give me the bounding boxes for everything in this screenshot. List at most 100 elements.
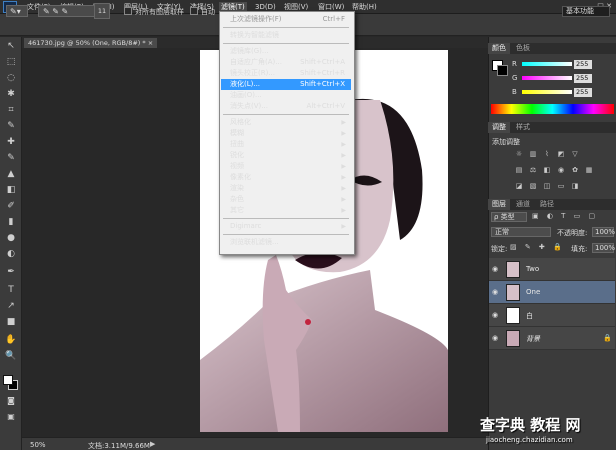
shape-tool-icon[interactable]: ■	[4, 316, 18, 328]
photo-filter-icon[interactable]: ◉	[556, 166, 566, 175]
workspace-switcher[interactable]: 基本功能	[562, 6, 610, 17]
visibility-eye-icon[interactable]: ◉	[492, 311, 500, 319]
brush-size-field[interactable]: 11	[94, 3, 110, 19]
crop-tool-icon[interactable]: ⌗	[4, 104, 18, 116]
layer-row-one[interactable]: ◉ One	[489, 281, 615, 304]
color-lookup-icon[interactable]: ▦	[584, 166, 594, 175]
visibility-eye-icon[interactable]: ◉	[492, 288, 500, 296]
tab-swatches[interactable]: 色板	[512, 43, 534, 54]
visibility-eye-icon[interactable]: ◉	[492, 265, 500, 273]
channel-g-value[interactable]: 255	[574, 74, 592, 83]
menu-separator	[223, 218, 349, 219]
zoom-level[interactable]: 50%	[30, 441, 46, 449]
tab-channels[interactable]: 通道	[512, 199, 534, 210]
selective-color-icon[interactable]: ◨	[570, 182, 580, 191]
filter-menu-item[interactable]: 转换为智能滤镜	[221, 30, 351, 41]
filter-menu-item[interactable]: 其它 ▶	[221, 205, 351, 216]
brush-mode-buttons[interactable]: ✎ ✎ ✎	[38, 5, 98, 17]
layer-filter-icons[interactable]: ▣ ◐ T ▭ ▢	[532, 212, 598, 220]
threshold-icon[interactable]: ◫	[542, 182, 552, 191]
color-bg-swatch[interactable]	[497, 65, 508, 76]
filter-menu-item[interactable]: 液化(L)... Shift+Ctrl+X	[221, 79, 351, 90]
opacity-field[interactable]: 100%	[592, 227, 615, 237]
fill-field[interactable]: 100%	[592, 243, 615, 253]
zoom-tool-icon[interactable]: 🔍	[4, 350, 18, 362]
tab-styles[interactable]: 样式	[512, 122, 534, 133]
filter-menu-item[interactable]: 油画(O)...	[221, 90, 351, 101]
hue-saturation-icon[interactable]: ▤	[514, 166, 524, 175]
filter-menu-item[interactable]: Digimarc ▶	[221, 221, 351, 232]
channel-g-slider[interactable]	[522, 76, 572, 80]
filter-menu-item[interactable]: 镜头校正(R)... Shift+Ctrl+R	[221, 68, 351, 79]
posterize-icon[interactable]: ▧	[528, 182, 538, 191]
channel-b-value[interactable]: 255	[574, 88, 592, 97]
levels-icon[interactable]: ▥	[528, 150, 538, 159]
blur-tool-icon[interactable]: ●	[4, 232, 18, 244]
filter-menu-item[interactable]: 消失点(V)... Alt+Ctrl+V	[221, 101, 351, 112]
quick-mask-icon[interactable]: ◙	[4, 395, 18, 407]
menu-item-label: 像素化	[230, 173, 251, 181]
document-tab[interactable]: 461730.jpg @ 50% (One, RGB/8#) * ×	[24, 38, 158, 48]
filter-menu-item[interactable]: 浏览联机滤镜...	[221, 237, 351, 248]
filter-menu-item[interactable]: 模糊 ▶	[221, 128, 351, 139]
filter-menu-item[interactable]: 杂色 ▶	[221, 194, 351, 205]
status-arrow-icon[interactable]: ▶	[150, 440, 155, 448]
brightness-icon[interactable]: ☼	[514, 150, 524, 159]
filter-menu-item[interactable]: 上次滤镜操作(F) Ctrl+F	[221, 14, 351, 25]
type-tool-icon[interactable]: T	[4, 284, 18, 296]
black-white-icon[interactable]: ◧	[542, 166, 552, 175]
quick-select-tool-icon[interactable]: ✱	[4, 88, 18, 100]
lasso-tool-icon[interactable]: ◌	[4, 72, 18, 84]
menu-item-label: 油画(O)...	[230, 91, 262, 99]
tab-adjustments[interactable]: 调整	[488, 122, 510, 133]
curves-icon[interactable]: ⌇	[542, 150, 552, 159]
color-spectrum-bar[interactable]	[491, 104, 614, 114]
hand-tool-icon[interactable]: ✋	[4, 334, 18, 346]
channel-mixer-icon[interactable]: ✿	[570, 166, 580, 175]
filter-menu-item[interactable]: 视频 ▶	[221, 161, 351, 172]
filter-menu-item[interactable]: 自适应广角(A)... Shift+Ctrl+A	[221, 57, 351, 68]
visibility-eye-icon[interactable]: ◉	[492, 334, 500, 342]
exposure-icon[interactable]: ◩	[556, 150, 566, 159]
history-brush-tool-icon[interactable]: ◧	[4, 184, 18, 196]
foreground-color-swatch[interactable]	[3, 375, 13, 385]
blend-mode-select[interactable]: 正常	[491, 227, 551, 237]
move-tool-icon[interactable]: ↖	[4, 40, 18, 52]
marquee-tool-icon[interactable]: ⬚	[4, 56, 18, 68]
dodge-tool-icon[interactable]: ◐	[4, 248, 18, 260]
filter-menu-item[interactable]: 滤镜库(G)...	[221, 46, 351, 57]
gradient-map-icon[interactable]: ▭	[556, 182, 566, 191]
layer-filter-select[interactable]: ρ 类型	[491, 212, 527, 222]
lock-icons[interactable]: ▨ ✎ ✚ 🔒	[510, 243, 565, 251]
tool-preset-picker[interactable]: ✎▾	[6, 5, 28, 17]
invert-icon[interactable]: ◪	[514, 182, 524, 191]
tab-paths[interactable]: 路径	[536, 199, 558, 210]
channel-r-value[interactable]: 255	[574, 60, 592, 69]
eraser-tool-icon[interactable]: ✐	[4, 200, 18, 212]
gradient-tool-icon[interactable]: ▮	[4, 216, 18, 228]
auto-enhance-checkbox[interactable]	[190, 7, 198, 15]
brush-tool-icon[interactable]: ✎	[4, 152, 18, 164]
channel-r-slider[interactable]	[522, 62, 572, 66]
sample-all-layers-checkbox[interactable]	[124, 7, 132, 15]
filter-menu-item[interactable]: 扭曲 ▶	[221, 139, 351, 150]
layer-row-two[interactable]: ◉ Two	[489, 258, 615, 281]
vibrance-icon[interactable]: ▽	[570, 150, 580, 159]
tab-color[interactable]: 颜色	[488, 43, 510, 54]
color-balance-icon[interactable]: ⚖	[528, 166, 538, 175]
layer-row-background[interactable]: ◉ 背景 🔒	[489, 327, 615, 350]
filter-menu-item[interactable]: 渲染 ▶	[221, 183, 351, 194]
filter-menu-item[interactable]: 风格化 ▶	[221, 117, 351, 128]
layer-row-white[interactable]: ◉ 白	[489, 304, 615, 327]
filter-menu-item[interactable]: 像素化 ▶	[221, 172, 351, 183]
healing-brush-tool-icon[interactable]: ✚	[4, 136, 18, 148]
path-select-tool-icon[interactable]: ↗	[4, 300, 18, 312]
filter-menu-item[interactable]: 锐化 ▶	[221, 150, 351, 161]
pen-tool-icon[interactable]: ✒	[4, 266, 18, 278]
channel-b-slider[interactable]	[522, 90, 572, 94]
eyedropper-tool-icon[interactable]: ✎	[4, 120, 18, 132]
tab-layers[interactable]: 图层	[488, 199, 510, 210]
fill-label: 填充:	[571, 245, 588, 253]
clone-stamp-tool-icon[interactable]: ▲	[4, 168, 18, 180]
screen-mode-icon[interactable]: ▣	[4, 411, 18, 423]
